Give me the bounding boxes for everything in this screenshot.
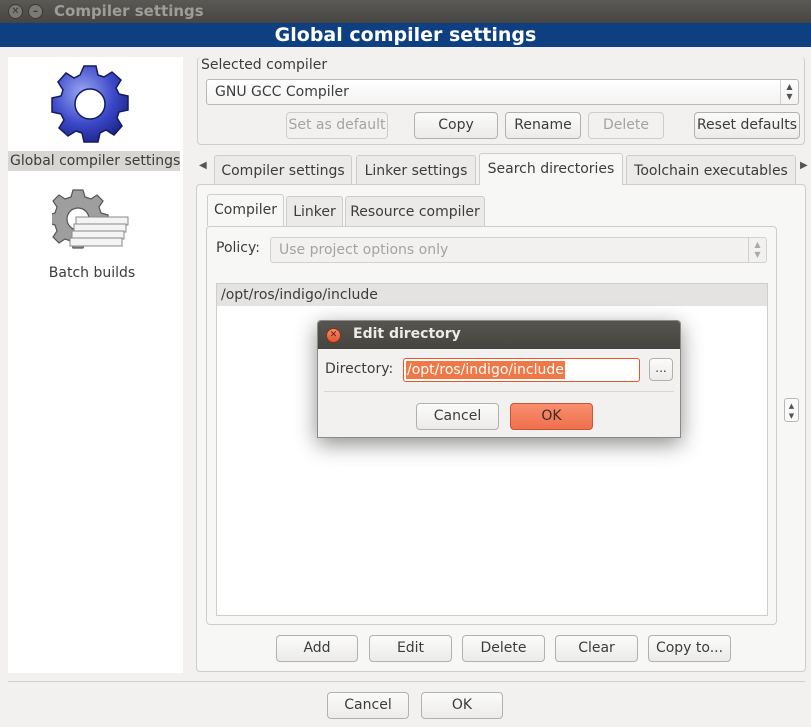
page-banner: Global compiler settings <box>0 23 811 47</box>
tab-scroll-right-icon[interactable]: ▶ <box>800 160 808 171</box>
window-title: Compiler settings <box>54 2 204 20</box>
policy-select[interactable]: Use project options only ▲ ▼ <box>270 237 767 263</box>
directory-input[interactable]: /opt/ros/indigo/include <box>403 358 640 382</box>
dialog-title: Edit directory <box>353 326 461 342</box>
sidebar-item-label: Global compiler settings <box>8 151 181 171</box>
tab-scroll-left-icon[interactable]: ◀ <box>199 160 207 171</box>
reset-defaults-button[interactable]: Reset defaults <box>694 112 800 139</box>
subtab-compiler[interactable]: Compiler <box>207 194 284 226</box>
gear-icon <box>51 65 129 143</box>
edit-directory-dialog: ✕ Edit directory Directory: /opt/ros/ind… <box>317 320 681 438</box>
copy-to-button[interactable]: Copy to... <box>648 635 731 662</box>
add-directory-button[interactable]: Add <box>276 635 358 662</box>
window-titlebar: ✕ – Compiler settings <box>0 0 811 23</box>
tab-search-directories[interactable]: Search directories <box>479 153 623 185</box>
dialog-ok-button[interactable]: OK <box>510 403 593 430</box>
chevron-updown-icon: ▲ ▼ <box>780 80 798 104</box>
compiler-select[interactable]: GNU GCC Compiler ▲ ▼ <box>206 79 799 105</box>
close-icon[interactable]: ✕ <box>326 328 341 343</box>
delete-directory-button[interactable]: Delete <box>462 635 545 662</box>
policy-label: Policy: <box>216 240 260 256</box>
directory-label: Directory: <box>325 361 394 377</box>
clear-directories-button[interactable]: Clear <box>555 635 638 662</box>
selected-compiler-label: Selected compiler <box>201 57 332 73</box>
sidebar: Global compiler settings Batch builds <box>8 57 183 673</box>
tab-toolchain-executables[interactable]: Toolchain executables <box>626 155 796 185</box>
directory-input-value: /opt/ros/indigo/include <box>406 361 565 379</box>
edit-directory-button[interactable]: Edit <box>369 635 452 662</box>
directory-path: /opt/ros/indigo/include <box>221 287 378 303</box>
sidebar-item-batch-builds[interactable]: Batch builds <box>8 183 180 293</box>
rename-compiler-button[interactable]: Rename <box>505 112 581 139</box>
minimize-window-icon[interactable]: – <box>28 4 43 19</box>
list-item[interactable]: /opt/ros/indigo/include <box>217 284 767 306</box>
copy-compiler-button[interactable]: Copy <box>414 112 498 139</box>
sidebar-item-label: Batch builds <box>48 265 136 281</box>
policy-select-value: Use project options only <box>279 242 449 258</box>
footer-divider <box>8 681 805 682</box>
subtab-linker[interactable]: Linker <box>286 196 343 226</box>
reorder-spinner[interactable]: ▲ ▼ <box>784 398 799 422</box>
tab-linker-settings[interactable]: Linker settings <box>356 155 476 185</box>
close-window-icon[interactable]: ✕ <box>8 4 23 19</box>
sidebar-item-global-compiler-settings[interactable]: Global compiler settings <box>8 57 180 171</box>
compiler-select-value: GNU GCC Compiler <box>215 84 349 100</box>
subtab-resource-compiler[interactable]: Resource compiler <box>345 196 485 226</box>
delete-compiler-button[interactable]: Delete <box>588 112 664 139</box>
dialog-divider <box>324 391 674 392</box>
tab-compiler-settings[interactable]: Compiler settings <box>214 155 352 185</box>
cancel-button[interactable]: Cancel <box>327 692 409 719</box>
browse-button[interactable]: ... <box>649 358 673 381</box>
batch-builds-icon <box>52 189 129 249</box>
dialog-cancel-button[interactable]: Cancel <box>416 403 499 430</box>
dialog-titlebar: ✕ Edit directory <box>318 321 680 349</box>
ok-button[interactable]: OK <box>421 692 503 719</box>
set-as-default-button[interactable]: Set as default <box>286 112 388 139</box>
chevron-updown-icon: ▲ ▼ <box>748 238 766 262</box>
